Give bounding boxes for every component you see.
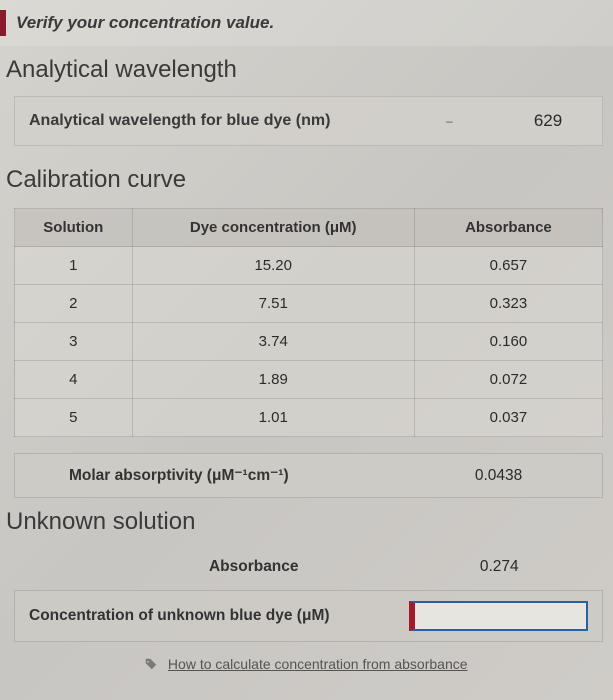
cell-solution: 5 — [15, 399, 133, 437]
cell-absorbance: 0.072 — [414, 361, 602, 399]
unknown-absorbance-label: Absorbance — [28, 558, 409, 576]
molar-absorptivity-value: 0.0438 — [409, 467, 588, 485]
table-row: 3 3.74 0.160 — [15, 323, 603, 361]
cell-absorbance: 0.037 — [414, 399, 602, 437]
section-heading-calibration-curve: Calibration curve — [0, 156, 613, 202]
cell-concentration: 3.74 — [132, 323, 414, 361]
cell-concentration: 1.89 — [132, 361, 414, 399]
tag-icon — [145, 658, 157, 670]
cell-solution: 4 — [15, 361, 133, 399]
cell-concentration: 1.01 — [132, 399, 414, 437]
molar-absorptivity-label: Molar absorptivity (μM⁻¹cm⁻¹) — [29, 466, 409, 485]
unknown-concentration-row: Concentration of unknown blue dye (μM) — [14, 590, 603, 642]
cell-absorbance: 0.657 — [414, 247, 602, 285]
table-row: 2 7.51 0.323 — [15, 285, 603, 323]
cell-solution: 3 — [15, 323, 133, 361]
analytical-wavelength-row: Analytical wavelength for blue dye (nm) … — [14, 96, 603, 146]
calibration-table: Solution Dye concentration (μM) Absorban… — [14, 208, 603, 437]
unknown-concentration-label: Concentration of unknown blue dye (μM) — [29, 607, 409, 625]
cell-absorbance: 0.323 — [414, 285, 602, 323]
help-link[interactable]: How to calculate concentration from abso… — [168, 656, 468, 672]
table-row: 4 1.89 0.072 — [15, 361, 603, 399]
alert-accent-bar — [0, 10, 6, 36]
unknown-concentration-input[interactable] — [409, 601, 588, 631]
table-row: 5 1.01 0.037 — [15, 399, 603, 437]
section-heading-unknown-solution: Unknown solution — [0, 498, 613, 544]
cell-absorbance: 0.160 — [414, 323, 602, 361]
cell-concentration: 7.51 — [132, 285, 414, 323]
table-header-row: Solution Dye concentration (μM) Absorban… — [15, 209, 603, 247]
cell-concentration: 15.20 — [132, 247, 414, 285]
cell-solution: 1 — [15, 247, 133, 285]
dash-icon: – — [446, 114, 458, 124]
alert-text: Verify your concentration value. — [16, 13, 274, 33]
header-absorbance: Absorbance — [414, 209, 602, 247]
help-link-row: How to calculate concentration from abso… — [0, 642, 613, 684]
header-solution: Solution — [15, 209, 133, 247]
unknown-absorbance-row: Absorbance 0.274 — [14, 550, 603, 584]
verify-alert: Verify your concentration value. — [0, 0, 613, 46]
section-heading-analytical-wavelength: Analytical wavelength — [0, 46, 613, 92]
header-concentration: Dye concentration (μM) — [132, 209, 414, 247]
table-row: 1 15.20 0.657 — [15, 247, 603, 285]
cell-solution: 2 — [15, 285, 133, 323]
analytical-wavelength-value: 629 — [508, 111, 588, 131]
analytical-wavelength-label: Analytical wavelength for blue dye (nm) — [29, 112, 436, 130]
unknown-absorbance-value: 0.274 — [409, 558, 589, 576]
molar-absorptivity-row: Molar absorptivity (μM⁻¹cm⁻¹) 0.0438 — [14, 453, 603, 498]
